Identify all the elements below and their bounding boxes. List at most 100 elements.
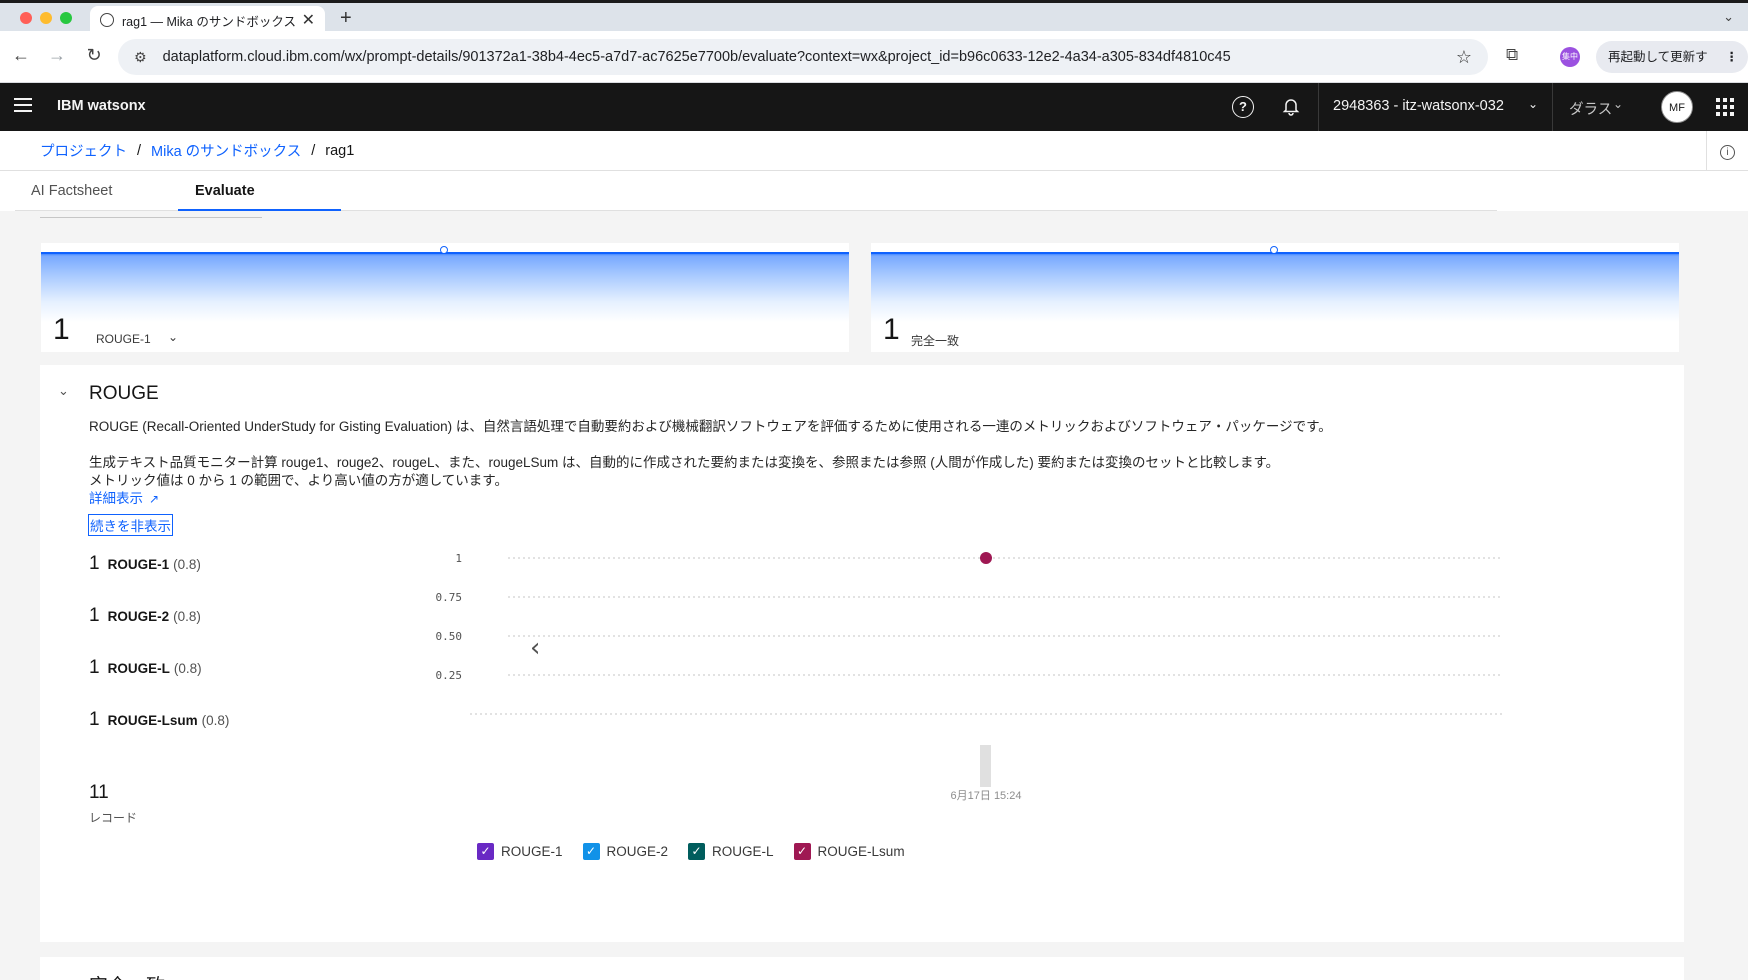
chevron-down-icon: ⌄ [1527, 97, 1538, 111]
forward-arrow-icon[interactable]: → [46, 45, 68, 66]
rouge-section: ⌄ ROUGE ROUGE (Recall-Oriented UnderStud… [40, 365, 1684, 942]
account-name: 2948363 - itz-watsonx-032 [1333, 98, 1504, 114]
metric-name: ROUGE-2 [107, 609, 170, 624]
bookmark-star-icon[interactable]: ☆ [1456, 47, 1472, 68]
breadcrumb-separator: / [311, 142, 316, 159]
tab-rail [341, 171, 1497, 211]
metric-row: 1 ROUGE-1 (0.8) [89, 553, 201, 575]
metric-value: 1 [89, 657, 100, 678]
reload-icon[interactable]: ↻ [83, 45, 105, 66]
breadcrumb-sandbox-link[interactable]: Mika のサンドボックス [151, 140, 301, 161]
metric-row: 1 ROUGE-2 (0.8) [89, 605, 201, 627]
info-panel-button[interactable]: i [1706, 131, 1748, 171]
product-name[interactable]: IBM watsonx [57, 98, 146, 114]
new-tab-button[interactable]: + [340, 7, 352, 30]
help-icon[interactable]: ? [1232, 96, 1254, 118]
browser-menu-icon[interactable]: ⋮ [1726, 41, 1739, 73]
hamburger-menu-icon[interactable] [14, 98, 32, 112]
browser-address-bar: ← → ↻ ⚙ dataplatform.cloud.ibm.com/wx/pr… [0, 31, 1748, 96]
account-switcher[interactable]: 2948363 - itz-watsonx-032 ⌄ [1318, 83, 1553, 131]
app-header: IBM watsonx ? 2948363 - itz-watsonx-032 … [0, 83, 1748, 131]
legend-checkbox[interactable]: ✓ [477, 843, 494, 860]
tab-close-icon[interactable]: ✕ [302, 10, 315, 30]
back-arrow-icon[interactable]: ← [10, 45, 32, 66]
section-title: 完全一致 [89, 971, 165, 980]
chevron-down-icon: ⌄ [1612, 97, 1623, 111]
x-axis-ticks: 6月17日 15:24 [951, 745, 1022, 802]
tile-value: 1 [883, 313, 900, 346]
window-close-button[interactable] [20, 12, 32, 24]
chart-points [980, 552, 992, 564]
legend-item[interactable]: ✓ ROUGE-Lsum [793, 843, 905, 860]
description-text: メトリック値は 0 から 1 の範囲で、より高い値の方が適しています。 [89, 473, 508, 488]
metric-value: 1 [89, 605, 100, 626]
metric-tile-exact-match: 1 完全一致 [871, 243, 1679, 352]
legend-item[interactable]: ✓ ROUGE-1 [477, 843, 563, 860]
browser-tab[interactable]: rag1 — Mika のサンドボックス ✕ [90, 6, 325, 34]
legend-checkbox[interactable]: ✓ [688, 843, 706, 860]
chevron-down-icon[interactable]: ⌄ [168, 330, 178, 344]
relaunch-update-button[interactable]: 再起動して更新する ⋮ [1596, 41, 1748, 96]
info-icon: i [1720, 145, 1735, 160]
sparkline-area [41, 252, 849, 322]
sparkline-point [440, 246, 448, 254]
data-point[interactable] [980, 552, 992, 564]
legend-label: ROUGE-L [712, 844, 774, 859]
metric-tile-rouge: 1 ROUGE-1 ⌄ [41, 243, 849, 352]
y-tick-label: 0.25 [436, 669, 463, 682]
legend-checkbox[interactable]: ✓ [793, 843, 811, 860]
x-tick-label: 6月17日 15:24 [951, 790, 1022, 802]
tab-ai-factsheet[interactable]: AI Factsheet [15, 171, 178, 211]
notification-bell-icon[interactable] [1280, 96, 1302, 118]
records-count: 11 [89, 782, 109, 803]
tab-evaluate[interactable]: Evaluate [178, 171, 341, 211]
breadcrumb-separator: / [137, 142, 142, 159]
region-switcher[interactable]: ダラス ⌄ [1555, 83, 1637, 131]
y-axis-ticks: 1 0.75 0.50 0.25 [436, 552, 463, 682]
external-link-icon: ↗ [149, 492, 160, 506]
metric-threshold: (0.8) [173, 557, 201, 572]
tile-metric-select[interactable]: ROUGE-1 [96, 332, 151, 346]
profile-avatar-icon[interactable]: 集中 [1560, 47, 1580, 67]
hide-more-link[interactable]: 続きを非表示 [88, 514, 173, 536]
url-field[interactable]: ⚙ dataplatform.cloud.ibm.com/wx/prompt-d… [118, 39, 1488, 75]
region-name: ダラス [1569, 102, 1613, 118]
url-text[interactable]: dataplatform.cloud.ibm.com/wx/prompt-det… [163, 49, 1456, 65]
y-tick-label: 0.50 [436, 630, 463, 643]
browser-tab-title: rag1 — Mika のサンドボックス [122, 14, 296, 29]
metric-name: ROUGE-Lsum [107, 713, 198, 728]
sparkline-point [1270, 246, 1278, 254]
tile-label: 完全一致 [911, 334, 960, 348]
sparkline-area [871, 252, 1679, 322]
collapse-chevron-icon[interactable]: ⌄ [58, 383, 69, 399]
x-tick-bar [980, 745, 991, 787]
y-tick-label: 1 [455, 552, 462, 565]
metric-name: ROUGE-1 [107, 557, 170, 572]
window-minimize-button[interactable] [40, 12, 52, 24]
user-avatar[interactable]: MF [1661, 91, 1693, 123]
site-settings-icon[interactable]: ⚙ [134, 49, 147, 66]
breadcrumb: プロジェクト / Mika のサンドボックス / rag1 i [0, 131, 1748, 171]
details-link-label: 詳細表示 [89, 491, 143, 506]
details-link[interactable]: 詳細表示 ↗ [89, 487, 159, 507]
legend-label: ROUGE-2 [606, 844, 669, 859]
tab-search-icon[interactable]: ⌄ [1723, 9, 1734, 25]
browser-tab-strip: rag1 — Mika のサンドボックス ✕ + ⌄ [0, 0, 1748, 34]
app-switcher-icon[interactable] [1716, 98, 1734, 116]
legend-item[interactable]: ✓ ROUGE-2 [582, 843, 669, 860]
divider [40, 217, 262, 218]
extensions-icon[interactable]: ⧉ [1506, 45, 1518, 65]
breadcrumb-projects-link[interactable]: プロジェクト [40, 140, 127, 161]
chart-legend: ✓ ROUGE-1 ✓ ROUGE-2 ✓ ROUGE-L ✓ ROUGE-Lsum [477, 843, 925, 860]
legend-item[interactable]: ✓ ROUGE-L [688, 843, 774, 860]
metric-value: 1 [89, 553, 100, 574]
metric-threshold: (0.8) [173, 661, 202, 676]
legend-label: ROUGE-1 [501, 844, 563, 859]
section-title: ROUGE [89, 383, 159, 404]
chart-previous-button[interactable]: ‹ [530, 633, 540, 663]
main-content: 1 ROUGE-1 ⌄ 1 完全一致 ⌄ ROUGE ROUGE (Recall… [0, 211, 1748, 980]
legend-checkbox[interactable]: ✓ [582, 843, 600, 860]
window-zoom-button[interactable] [60, 12, 72, 24]
metric-threshold: (0.8) [201, 713, 230, 728]
metric-threshold: (0.8) [173, 609, 201, 624]
